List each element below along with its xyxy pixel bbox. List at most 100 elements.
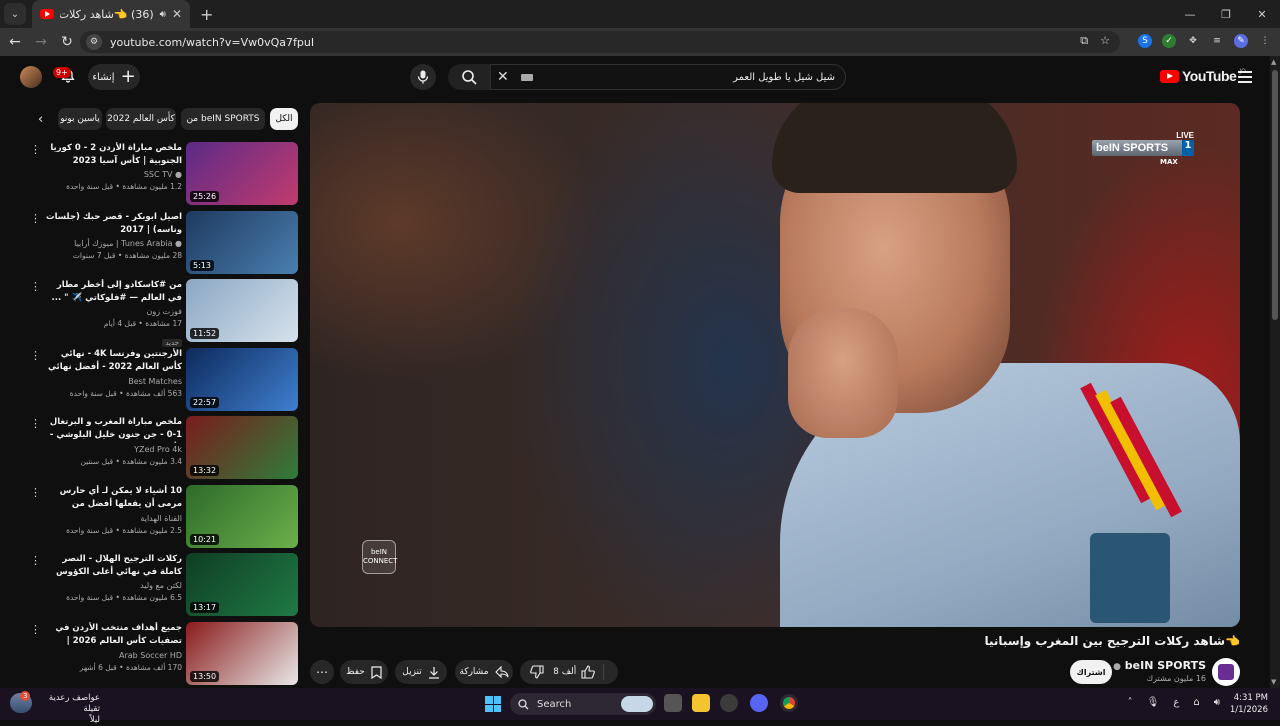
close-window-button[interactable]: ✕	[1244, 0, 1280, 28]
kebab-menu-icon[interactable]: ⋮	[30, 418, 41, 429]
url-text[interactable]: youtube.com/watch?v=Vw0vQa7fpuI	[110, 36, 314, 49]
subscribe-button[interactable]: اشتراك	[1070, 660, 1112, 684]
recommendation-title[interactable]: الأرجنتين وفرنسا 4K - نهائي كأس العالم 2…	[44, 348, 182, 375]
discord-app-icon[interactable]	[750, 694, 768, 712]
file-explorer-icon[interactable]	[692, 694, 710, 712]
address-bar[interactable]: ⚙ youtube.com/watch?v=Vw0vQa7fpuI ⧉ ☆	[80, 31, 1120, 53]
channel-avatar[interactable]	[1212, 658, 1240, 686]
guide-menu-icon[interactable]	[1238, 71, 1252, 86]
network-icon[interactable]: ⌂	[1193, 697, 1199, 708]
scrollbar-thumb[interactable]	[1272, 70, 1278, 320]
kebab-menu-icon[interactable]: ⋮	[30, 144, 41, 155]
recommendation-thumbnail[interactable]: 13:17	[186, 553, 298, 616]
task-view-icon[interactable]	[664, 694, 682, 712]
recommendation-title[interactable]: ملخص مباراة المغرب و البرتغال 1-0 - جن ج…	[44, 416, 182, 443]
minimize-button[interactable]: —	[1172, 0, 1208, 28]
back-button[interactable]: ←	[2, 34, 28, 50]
recommendation-channel[interactable]: القناة الهداية	[44, 512, 182, 525]
recommendation-title[interactable]: من #كاسكادو إلى أخطر مطار في العالم — #ف…	[44, 279, 182, 305]
kebab-menu-icon[interactable]: ⋮	[30, 624, 41, 635]
taskbar-clock[interactable]: 4:31 PM 1/1/2026	[1218, 692, 1268, 716]
kebab-menu-icon[interactable]: ⋮	[30, 281, 41, 292]
forward-button[interactable]: →	[28, 34, 54, 50]
search-button[interactable]	[448, 64, 490, 90]
restore-button[interactable]: ❐	[1208, 0, 1244, 28]
recommendation-thumbnail[interactable]: 25:26	[186, 142, 298, 205]
youtube-logo[interactable]: YouTube JO	[1160, 68, 1246, 84]
chip-yassine-bounou[interactable]: ياسين بونو	[58, 108, 102, 130]
recommendation-channel[interactable]: ● Tunes Arabia | ميوزك أرابيا	[44, 237, 182, 250]
search-query-text[interactable]: شيل شيل يا طويل العمر	[533, 72, 845, 83]
recommendation-thumbnail[interactable]: 13:50	[186, 621, 298, 685]
download-button[interactable]: تنزيل	[395, 660, 447, 684]
recommendation-item[interactable]: ⋮ اصيل ابوبكر - قصر حبك (جلسات وناسه) | 2…	[30, 210, 300, 275]
new-tab-button[interactable]: +	[200, 5, 213, 24]
dislike-button[interactable]	[520, 660, 554, 684]
search-input[interactable]: ✕ شيل شيل يا طويل العمر	[490, 64, 846, 90]
cast-icon[interactable]: ⧉	[1080, 34, 1088, 48]
page-scrollbar[interactable]: ▲ ▼	[1270, 56, 1280, 688]
kebab-menu-icon[interactable]: ⋮	[30, 213, 41, 224]
reading-list-icon[interactable]: ≡	[1210, 34, 1224, 48]
kebab-menu-icon[interactable]: ⋮	[30, 555, 41, 566]
profile-avatar-icon[interactable]: ✎	[1234, 34, 1248, 48]
recommendation-channel[interactable]: Best Matches	[44, 375, 182, 388]
scroll-up-arrow-icon[interactable]: ▲	[1271, 58, 1276, 66]
input-language[interactable]: ع	[1173, 697, 1179, 708]
chatgpt-app-icon[interactable]	[720, 694, 738, 712]
site-info-icon[interactable]: ⚙	[86, 34, 102, 50]
tab-search-button[interactable]: ⌄	[4, 3, 26, 25]
kebab-menu-icon[interactable]: ⋮	[30, 350, 41, 361]
recommendation-thumbnail[interactable]: 13:32	[186, 416, 298, 479]
taskbar-search[interactable]: Search	[510, 693, 656, 715]
recommendation-title[interactable]: ملخص مباراة الأردن 2 - 0 كوريا الجنوبية …	[44, 142, 182, 168]
recommendation-item[interactable]: ⋮ الأرجنتين وفرنسا 4K - نهائي كأس العالم …	[30, 347, 300, 412]
recommendation-item[interactable]: ⋮ ملخص مباراة المغرب و البرتغال 1-0 - جن …	[30, 416, 300, 480]
extension-s-icon[interactable]: S	[1138, 34, 1152, 48]
recommendation-title[interactable]: ركلات الترجيح الهلال - النصر كاملة في نه…	[44, 553, 182, 579]
chip-from-bein[interactable]: من beIN SPORTS	[181, 108, 265, 130]
recommendation-thumbnail[interactable]: 22:57	[186, 347, 298, 411]
recommendation-thumbnail[interactable]: 10:21	[186, 484, 298, 548]
recommendation-channel[interactable]: فوزت زون	[44, 305, 183, 318]
weather-widget[interactable]: عواصف رعدية ثقيلة ليلاً	[34, 693, 100, 726]
reload-button[interactable]: ↻	[54, 34, 80, 50]
create-button[interactable]: إنشاء +	[88, 64, 140, 90]
extensions-puzzle-icon[interactable]: ✥	[1186, 34, 1200, 48]
recommendation-item[interactable]: ⋮ 10 أشياء لا يمكن لـ أي حارس مرمى أن يفع…	[30, 484, 300, 549]
share-button[interactable]: مشاركة	[455, 660, 513, 684]
recommendation-thumbnail[interactable]: 5:13	[186, 210, 298, 274]
browser-tab-youtube[interactable]: (36) 👈شاهد ركلات الترجيح 🔊︎ ✕	[32, 0, 190, 28]
recommendation-channel[interactable]: Arab Soccer HD	[44, 649, 182, 662]
more-actions-icon[interactable]: ⋯	[310, 660, 334, 684]
save-button[interactable]: حفظ	[340, 660, 388, 684]
clear-search-icon[interactable]: ✕	[497, 69, 513, 85]
voice-search-button[interactable]	[410, 64, 436, 90]
recommendation-item[interactable]: ⋮ من #كاسكادو إلى أخطر مطار في العالم — #…	[30, 279, 300, 347]
recommendation-channel[interactable]: ● SSC TV	[44, 168, 182, 181]
tray-overflow-icon[interactable]: ˄	[1128, 697, 1133, 708]
account-avatar[interactable]	[20, 66, 42, 88]
recommendation-thumbnail[interactable]: 11:52	[186, 279, 298, 342]
keyboard-icon[interactable]	[521, 73, 533, 81]
kebab-menu-icon[interactable]: ⋮	[30, 487, 41, 498]
video-player[interactable]: LIVE beIN SPORTS 1 MAX beIN CONNECT	[310, 103, 1240, 627]
tray-mic-icon[interactable]: 🎙︎	[1147, 697, 1160, 708]
tab-close-icon[interactable]: ✕	[172, 7, 182, 21]
windows-start-icon[interactable]	[485, 696, 501, 712]
browser-menu-icon[interactable]: ⋮	[1258, 34, 1272, 48]
channel-name[interactable]: ● beIN SPORTS	[1100, 659, 1206, 672]
recommendation-item[interactable]: ⋮ ملخص مباراة الأردن 2 - 0 كوريا الجنوبية…	[30, 142, 300, 206]
recommendation-item[interactable]: ⋮ ركلات الترجيح الهلال - النصر كاملة في ن…	[30, 553, 300, 617]
recommendation-title[interactable]: 10 أشياء لا يمكن لـ أي حارس مرمى أن يفعل…	[44, 485, 182, 512]
recommendation-title[interactable]: جميع أهداف منتخب الأردن في تصفيات كأس ال…	[44, 622, 182, 649]
scroll-down-arrow-icon[interactable]: ▼	[1271, 678, 1276, 686]
chrome-app-icon[interactable]	[780, 694, 798, 712]
chip-all[interactable]: الكل	[270, 108, 298, 130]
recommendation-item[interactable]: ⋮ جميع أهداف منتخب الأردن في تصفيات كأس ا…	[30, 621, 300, 686]
recommendation-title[interactable]: اصيل ابوبكر - قصر حبك (جلسات وناسه) | 20…	[44, 211, 182, 237]
extension-shield-icon[interactable]: ✓	[1162, 34, 1176, 48]
recommendation-channel[interactable]: YZed Pro 4k	[44, 443, 182, 456]
chip-world-cup-2022[interactable]: كأس العالم 2022	[106, 108, 176, 130]
audio-playing-icon[interactable]: 🔊︎	[160, 9, 166, 20]
